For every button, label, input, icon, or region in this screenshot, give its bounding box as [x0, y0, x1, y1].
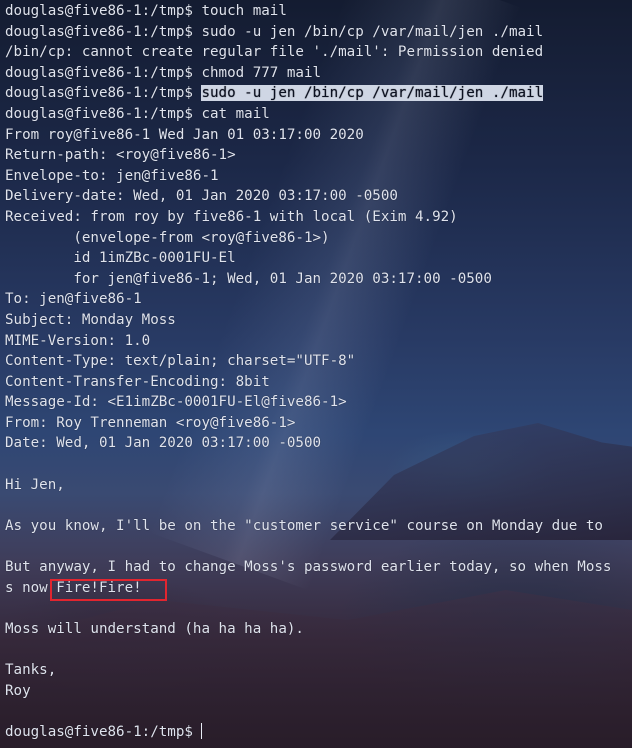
- mail-header-line: Content-Transfer-Encoding: 8bit: [5, 373, 270, 390]
- shell-prompt: douglas@five86-1:/tmp$: [5, 3, 202, 19]
- shell-prompt: douglas@five86-1:/tmp$: [5, 23, 202, 40]
- command-text: cat mail: [201, 105, 270, 122]
- mail-body-text: s now: [5, 579, 57, 596]
- mail-header-line: To: jen@five86-1: [5, 291, 142, 308]
- mail-body-line: Hi Jen,: [5, 476, 65, 493]
- selected-command-text[interactable]: sudo -u jen /bin/cp /var/mail/jen ./mail: [201, 85, 544, 102]
- mail-header-line: Received: from roy by five86-1 with loca…: [5, 208, 458, 225]
- error-output-line: /bin/cp: cannot create regular file './m…: [5, 44, 544, 61]
- shell-prompt: douglas@five86-1:/tmp$: [5, 85, 202, 102]
- mail-header-line: Envelope-to: jen@five86-1: [5, 167, 219, 184]
- terminal-line: douglas@five86-1:/tmp$ cat mail: [5, 104, 632, 125]
- mail-body-line: s now Fire!Fire!: [5, 578, 632, 601]
- mail-header-line: for jen@five86-1; Wed, 01 Jan 2020 03:17…: [5, 270, 492, 287]
- mail-body-line: Tanks,: [5, 662, 57, 678]
- mail-header-line: Subject: Monday Moss: [5, 311, 176, 328]
- terminal-window[interactable]: douglas@five86-1:/tmp$ touch mail dougla…: [0, 0, 632, 748]
- mail-body-line: But anyway, I had to change Moss's passw…: [5, 559, 612, 576]
- mail-body-line: Roy: [5, 682, 31, 699]
- active-prompt-line[interactable]: douglas@five86-1:/tmp$: [5, 722, 632, 743]
- terminal-line: douglas@five86-1:/tmp$ chmod 777 mail: [5, 63, 632, 84]
- terminal-line: douglas@five86-1:/tmp$ sudo -u jen /bin/…: [5, 83, 632, 104]
- mail-header-line: id 1imZBc-0001FU-El: [5, 250, 236, 267]
- shell-prompt: douglas@five86-1:/tmp$: [5, 723, 202, 740]
- command-text: chmod 777 mail: [201, 64, 322, 81]
- mail-header-line: Message-Id: <E1imZBc-0001FU-El@five86-1>: [5, 394, 347, 411]
- terminal-line: douglas@five86-1:/tmp$ touch mail: [5, 1, 632, 22]
- mail-body-line: As you know, I'll be on the "customer se…: [5, 517, 603, 534]
- mail-header-line: Delivery-date: Wed, 01 Jan 2020 03:17:00…: [5, 188, 398, 205]
- text-cursor: [201, 722, 203, 739]
- mail-header-line: From: Roy Trenneman <roy@five86-1>: [5, 414, 296, 431]
- terminal-output: douglas@five86-1:/tmp$ touch mail dougla…: [5, 1, 632, 742]
- mail-header-line: (envelope-from <roy@five86-1>): [5, 229, 330, 246]
- command-text: touch mail: [201, 3, 287, 19]
- terminal-line: douglas@five86-1:/tmp$ sudo -u jen /bin/…: [5, 22, 632, 43]
- mail-header-line: Date: Wed, 01 Jan 2020 03:17:00 -0500: [5, 435, 322, 452]
- mail-header-line: Return-path: <roy@five86-1>: [5, 147, 236, 164]
- mail-header-line: From roy@five86-1 Wed Jan 01 03:17:00 20…: [5, 126, 364, 143]
- command-text: sudo -u jen /bin/cp /var/mail/jen ./mail: [201, 23, 544, 40]
- shell-prompt: douglas@five86-1:/tmp$: [5, 64, 202, 81]
- shell-prompt: douglas@five86-1:/tmp$: [5, 105, 202, 122]
- mail-header-line: MIME-Version: 1.0: [5, 332, 151, 349]
- mail-body-line: Moss will understand (ha ha ha ha).: [5, 620, 304, 637]
- mail-header-line: Content-Type: text/plain; charset="UTF-8…: [5, 353, 356, 370]
